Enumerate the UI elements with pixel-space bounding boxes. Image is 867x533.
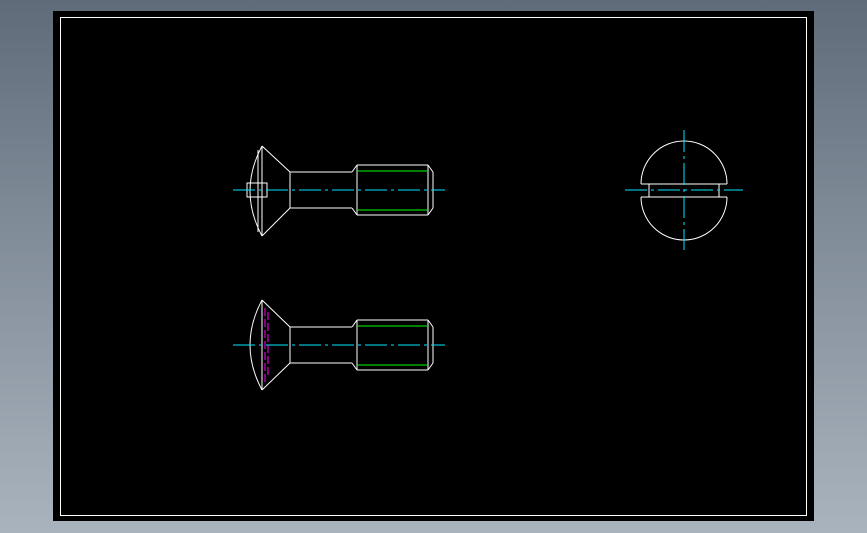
cad-drawing bbox=[60, 17, 807, 516]
screw-head-dome bbox=[249, 145, 263, 237]
thread-runout-bottom bbox=[351, 362, 358, 371]
thread-end-chamfer-top bbox=[427, 164, 434, 173]
screw-head-bottom-chamfer bbox=[261, 362, 291, 391]
thread-end-chamfer-top bbox=[427, 319, 434, 328]
screw-head-top-chamfer bbox=[261, 145, 291, 173]
screw-head-top-chamfer bbox=[261, 299, 291, 328]
thread-end-chamfer-bottom bbox=[427, 207, 434, 216]
cad-application bbox=[0, 0, 867, 533]
screw-front-elevation-view[interactable] bbox=[233, 299, 445, 391]
thread-runout-top bbox=[351, 319, 358, 328]
drawing-frame-border bbox=[60, 17, 807, 516]
screw-head-bottom-chamfer bbox=[261, 207, 291, 237]
thread-runout-top bbox=[351, 164, 358, 173]
thread-runout-bottom bbox=[351, 207, 358, 216]
thread-end-chamfer-bottom bbox=[427, 362, 434, 371]
screw-front-section-view[interactable] bbox=[233, 145, 445, 237]
screw-head-end-view[interactable] bbox=[625, 130, 743, 250]
